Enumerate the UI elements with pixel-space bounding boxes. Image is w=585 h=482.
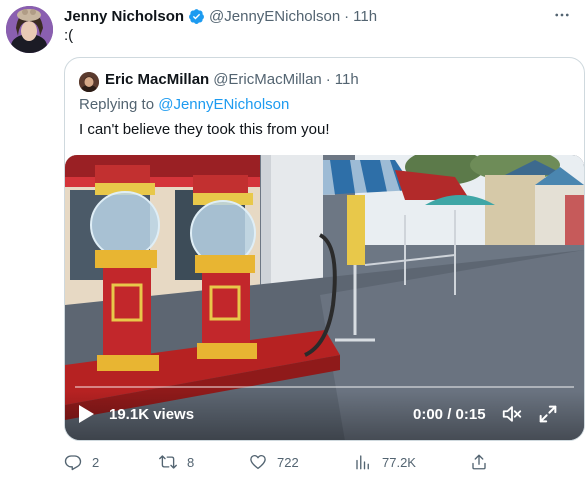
more-horizontal-icon — [555, 13, 569, 17]
tweet-text: :( — [64, 27, 74, 44]
quoted-header: Eric MacMillan @EricMacMillan · 11h — [105, 71, 359, 88]
reply-count: 2 — [92, 454, 100, 470]
retweet-count: 8 — [187, 454, 195, 470]
tweet-timestamp[interactable]: 11h — [353, 8, 377, 25]
separator-dot: · — [344, 7, 350, 25]
tweet[interactable]: Jenny Nicholson @JennyENicholson · 11h :… — [0, 0, 585, 482]
video-time: 0:00 / 0:15 — [413, 406, 486, 423]
author-avatar[interactable] — [6, 6, 53, 53]
share-icon — [472, 454, 486, 470]
quoted-author-avatar[interactable] — [79, 72, 99, 92]
author-name[interactable]: Jenny Nicholson — [64, 8, 184, 25]
reply-button[interactable]: 2 — [64, 452, 99, 472]
retweet-button[interactable]: 8 — [159, 452, 194, 472]
video-player[interactable]: 19.1K views 0:00 / 0:15 — [65, 155, 584, 440]
video-progress-track[interactable] — [75, 386, 574, 388]
mute-icon[interactable] — [501, 403, 523, 425]
author-handle[interactable]: @JennyENicholson — [209, 8, 340, 25]
quoted-author-name[interactable]: Eric MacMillan — [105, 71, 209, 88]
tweet-actions: 2 8 722 77.2K — [64, 446, 564, 476]
like-button[interactable]: 722 — [249, 452, 299, 472]
tweet-header: Jenny Nicholson @JennyENicholson · 11h — [64, 6, 377, 26]
video-controls: 19.1K views 0:00 / 0:15 — [65, 391, 584, 440]
quoted-timestamp[interactable]: 11h — [335, 71, 359, 88]
reply-icon — [64, 455, 82, 471]
analytics-icon — [356, 455, 369, 470]
heart-icon — [250, 454, 266, 470]
quoted-author-handle[interactable]: @EricMacMillan — [213, 71, 322, 88]
like-count: 722 — [277, 454, 299, 470]
fullscreen-icon[interactable] — [537, 403, 559, 425]
video-views: 19.1K views — [109, 406, 195, 423]
views-button[interactable]: 77.2K — [354, 452, 416, 472]
play-icon[interactable] — [77, 404, 95, 424]
share-button[interactable] — [470, 452, 488, 472]
replying-to-mention[interactable]: @JennyENicholson — [158, 96, 289, 113]
separator-dot: · — [325, 71, 331, 88]
replying-to: Replying to @JennyENicholson — [79, 96, 289, 113]
avatar-image — [6, 6, 53, 53]
views-count: 77.2K — [382, 454, 416, 470]
verified-badge-icon — [189, 8, 204, 24]
quoted-text: I can't believe they took this from you! — [79, 121, 330, 138]
replying-to-label: Replying to — [79, 96, 155, 113]
quoted-tweet[interactable]: Eric MacMillan @EricMacMillan · 11h Repl… — [64, 57, 585, 441]
retweet-icon — [159, 455, 177, 469]
quoted-avatar-image — [79, 72, 99, 92]
more-button[interactable] — [551, 4, 573, 26]
